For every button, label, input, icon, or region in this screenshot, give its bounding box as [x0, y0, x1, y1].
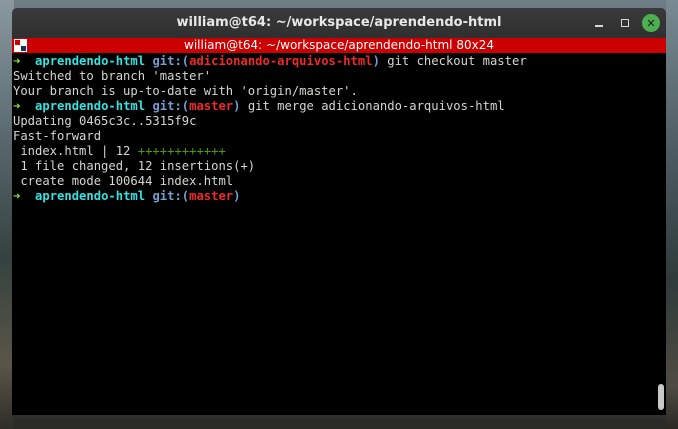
repo-name: aprendendo-html [35, 99, 146, 113]
git-label: git:( [152, 189, 190, 203]
terminal-view[interactable]: william@t64: ~/workspace/aprendendo-html… [12, 38, 666, 415]
diffstat-plus: ++++++++++++ [137, 144, 226, 158]
output-text: Updating 0465c3c..5315f9c [13, 114, 197, 128]
output-text: Your branch is up-to-date with 'origin/m… [13, 84, 358, 98]
window-title: william@t64: ~/workspace/aprendendo-html [176, 15, 502, 30]
branch-name: master [189, 189, 234, 203]
close-icon[interactable]: ✕ [642, 14, 660, 32]
output-line: create mode 100644 index.html [13, 174, 653, 189]
command-text: git merge adicionando-arquivos-html [240, 99, 505, 113]
terminal-tab-bar: william@t64: ~/workspace/aprendendo-html… [12, 38, 666, 53]
git-label-close: ) [372, 54, 380, 68]
prompt-line: ➜ aprendendo-html git:(master) [13, 189, 653, 204]
output-text: 1 file changed, 12 insertions(+) [13, 159, 256, 173]
prompt-arrow-icon: ➜ [13, 54, 21, 68]
window-controls: ✕ [590, 14, 660, 32]
output-line: Switched to branch 'master' [13, 69, 653, 84]
maximize-icon[interactable] [616, 14, 634, 32]
window-bottom-border [12, 415, 666, 418]
terminal-window: william@t64: ~/workspace/aprendendo-html… [0, 8, 678, 429]
output-line: Updating 0465c3c..5315f9c [13, 114, 653, 129]
branch-name: master [189, 99, 234, 113]
output-line: 1 file changed, 12 insertions(+) [13, 159, 653, 174]
terminal-scrollbar[interactable] [656, 54, 664, 414]
git-label: git:( [152, 99, 190, 113]
diffstat-file: index.html | 12 [13, 144, 138, 158]
prompt-arrow-icon: ➜ [13, 189, 21, 203]
git-label-close: ) [233, 189, 241, 203]
git-label: git:( [152, 54, 190, 68]
repo-name: aprendendo-html [35, 54, 146, 68]
output-line: Fast-forward [13, 129, 653, 144]
prompt-line: ➜ aprendendo-html git:(master) git merge… [13, 99, 653, 114]
terminal-tab-title: william@t64: ~/workspace/aprendendo-html… [184, 38, 494, 52]
command-text: git checkout master [379, 54, 527, 68]
git-label-close: ) [233, 99, 241, 113]
minimize-icon[interactable] [590, 14, 608, 32]
branch-name: adicionando-arquivos-html [189, 54, 373, 68]
prompt-line: ➜ aprendendo-html git:(adicionando-arqui… [13, 54, 653, 69]
prompt-arrow-icon: ➜ [13, 99, 21, 113]
terminal-output[interactable]: ➜ aprendendo-html git:(adicionando-arqui… [13, 54, 653, 204]
repo-name: aprendendo-html [35, 189, 146, 203]
output-text: Fast-forward [13, 129, 102, 143]
output-line: Your branch is up-to-date with 'origin/m… [13, 84, 653, 99]
window-titlebar[interactable]: william@t64: ~/workspace/aprendendo-html… [12, 8, 666, 38]
scrollbar-thumb[interactable] [658, 384, 664, 410]
diffstat-line: index.html | 12 ++++++++++++ [13, 144, 653, 159]
output-text: Switched to branch 'master' [13, 69, 212, 83]
output-text: create mode 100644 index.html [13, 174, 234, 188]
